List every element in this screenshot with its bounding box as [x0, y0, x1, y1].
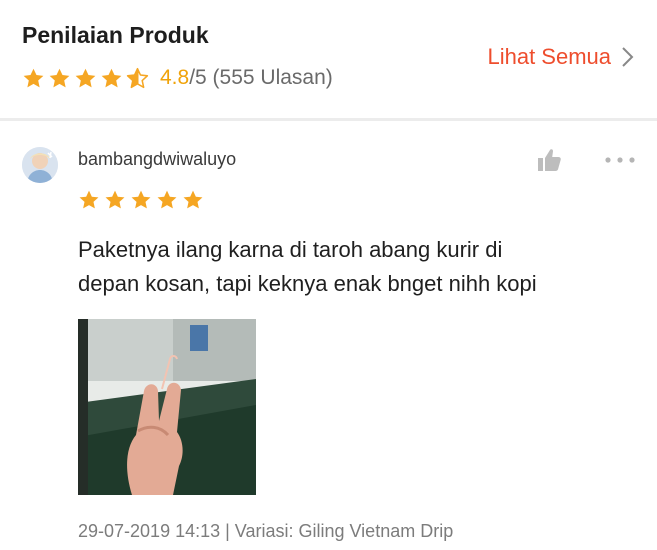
rating-stars [22, 67, 152, 90]
star-icon [131, 190, 151, 209]
review-comment: Paketnya ilang karna di taroh abang kuri… [78, 233, 638, 301]
star-icon [105, 190, 125, 209]
thumbs-up-icon[interactable] [537, 147, 563, 173]
more-options-icon[interactable] [604, 155, 636, 165]
see-all-label: Lihat Semua [487, 44, 611, 69]
star-icon [23, 68, 44, 87]
section-title: Penilaian Produk [22, 22, 209, 48]
product-rating-header: Penilaian Produk 4.8/5 (555 Ulasan) Liha… [0, 0, 657, 118]
star-icon [157, 190, 177, 209]
rating-text: 4.8/5 (555 Ulasan) [160, 66, 333, 90]
star-icon [183, 190, 203, 209]
avatar[interactable] [22, 147, 58, 183]
chevron-right-icon [622, 47, 634, 67]
star-icon [49, 68, 70, 87]
rating-count: /5 (555 Ulasan) [189, 66, 333, 89]
rating-score: 4.8 [160, 66, 190, 89]
reviewer-username[interactable]: bambangdwiwaluyo [78, 149, 236, 170]
comment-line: depan kosan, tapi keknya enak bnget nihh… [78, 271, 537, 296]
half-star-icon [126, 67, 149, 88]
review-meta: 29-07-2019 14:13 | Variasi: Giling Vietn… [78, 521, 454, 541]
rating-summary: 4.8/5 (555 Ulasan) [22, 64, 333, 92]
review-photo-image [78, 319, 256, 495]
star-icon [79, 190, 99, 209]
star-icon [75, 68, 96, 87]
star-icon [101, 68, 122, 87]
comment-line: Paketnya ilang karna di taroh abang kuri… [78, 237, 503, 262]
see-all-link[interactable]: Lihat Semua [487, 44, 635, 70]
review-stars [78, 189, 208, 211]
avatar-image [22, 147, 58, 183]
review-photo[interactable] [78, 319, 256, 495]
review-item: bambangdwiwaluyo Paketnya ilang karna di… [0, 121, 657, 550]
